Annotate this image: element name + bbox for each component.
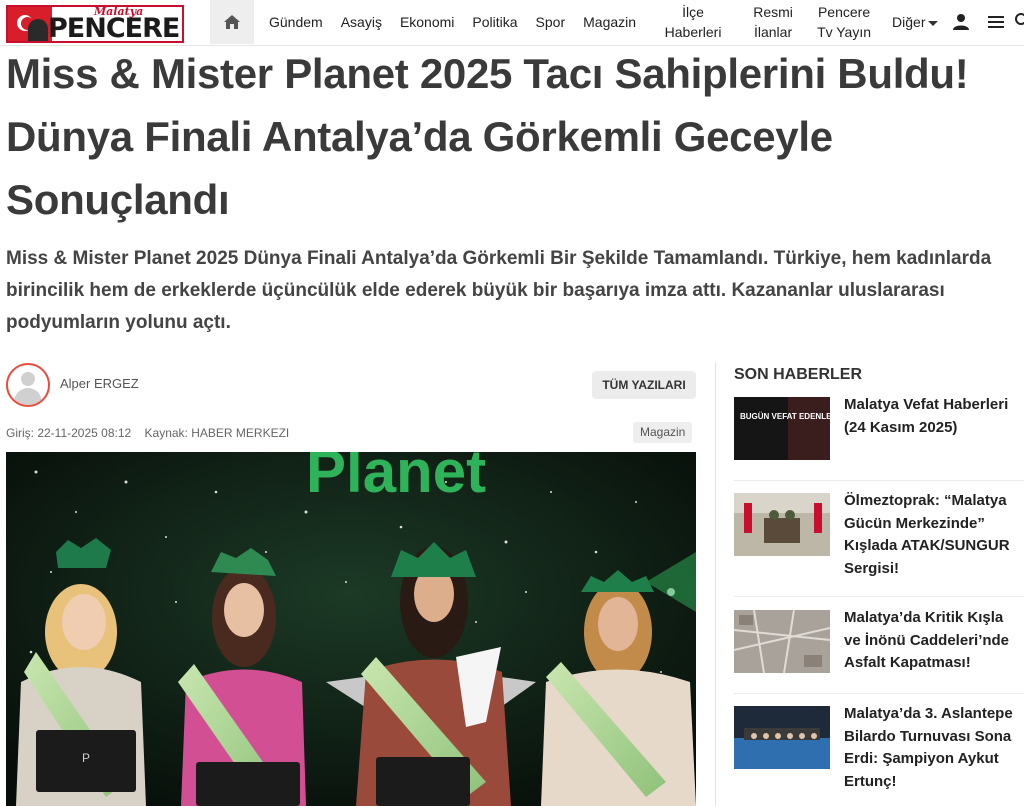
logo-brand-text: PENCERE <box>48 13 180 43</box>
news-headline[interactable]: Malatya’da 3. Aslantepe Bilardo Turnuvas… <box>844 703 1024 793</box>
nav-item-ekonomi[interactable]: Ekonomi <box>391 12 463 32</box>
user-icon[interactable] <box>952 13 970 31</box>
published-date: Giriş: 22-11-2025 08:12 <box>6 426 132 440</box>
home-icon <box>224 15 240 29</box>
search-icon[interactable] <box>1014 12 1024 30</box>
portrait-icon <box>28 19 48 41</box>
article-source: Kaynak: HABER MERKEZI <box>144 426 290 440</box>
news-thumbnail[interactable] <box>734 610 830 673</box>
main-nav: Gündem Asayiş Ekonomi Politika Spor Maga… <box>260 0 947 44</box>
article-hero-image: Planet P <box>6 452 696 806</box>
news-separator <box>734 480 1024 481</box>
stage-planet-logo: Planet <box>306 452 486 505</box>
hamburger-menu-icon[interactable] <box>988 15 1004 29</box>
sidebar-title: SON HABERLER <box>734 366 863 383</box>
article-title: Miss & Mister Planet 2025 Tacı Sahipleri… <box>6 50 969 223</box>
nav-item-gundem[interactable]: Gündem <box>260 12 332 32</box>
svg-text:P: P <box>82 751 90 765</box>
news-headline[interactable]: Malatya Vefat Haberleri (24 Kasım 2025) <box>844 394 1024 439</box>
site-logo[interactable]: Malatya PENCERE <box>6 5 184 43</box>
news-thumbnail[interactable]: BUGÜN VEFAT EDENLER <box>734 397 830 460</box>
author-name[interactable]: Alper ERGEZ <box>60 376 139 391</box>
nav-item-magazin[interactable]: Magazin <box>574 12 645 32</box>
nav-item-politika[interactable]: Politika <box>463 12 526 32</box>
home-button[interactable] <box>210 0 254 44</box>
avatar-body-shape <box>14 388 42 405</box>
news-thumbnail[interactable] <box>734 493 830 556</box>
nav-item-ilce-haberleri[interactable]: İlçe Haberleri <box>653 2 733 42</box>
chevron-down-icon <box>927 20 938 26</box>
nav-item-diger[interactable]: Diğer <box>883 12 946 32</box>
news-separator <box>734 693 1024 694</box>
news-headline[interactable]: Malatya’da Kritik Kışla ve İnönü Caddele… <box>844 607 1024 675</box>
article-summary: Miss & Mister Planet 2025 Dünya Finali A… <box>6 248 992 333</box>
news-headline[interactable]: Ölmeztoprak: “Malatya Gücün Merkezinde” … <box>844 490 1024 580</box>
all-posts-button[interactable]: TÜM YAZILARI <box>592 371 696 399</box>
article-meta: Giriş: 22-11-2025 08:12 Kaynak: HABER ME… <box>6 426 299 440</box>
nav-item-diger-label: Diğer <box>892 14 926 30</box>
nav-item-resmi-ilanlar[interactable]: Resmi İlanlar <box>749 2 797 42</box>
sidebar-divider <box>715 362 716 806</box>
nav-item-spor[interactable]: Spor <box>527 12 575 32</box>
author-avatar[interactable] <box>6 363 50 407</box>
category-badge[interactable]: Magazin <box>633 422 693 443</box>
news-separator <box>734 596 1024 597</box>
nav-item-pencere-tv[interactable]: Pencere Tv Yayın <box>813 2 875 42</box>
nav-item-asayis[interactable]: Asayiş <box>332 12 391 32</box>
news-thumbnail[interactable] <box>734 706 830 769</box>
avatar-head-shape <box>21 372 35 386</box>
top-navigation-bar: Malatya PENCERE Gündem Asayiş Ekonomi Po… <box>0 0 1024 46</box>
thumb-caption: BUGÜN VEFAT EDENLER <box>740 412 830 421</box>
